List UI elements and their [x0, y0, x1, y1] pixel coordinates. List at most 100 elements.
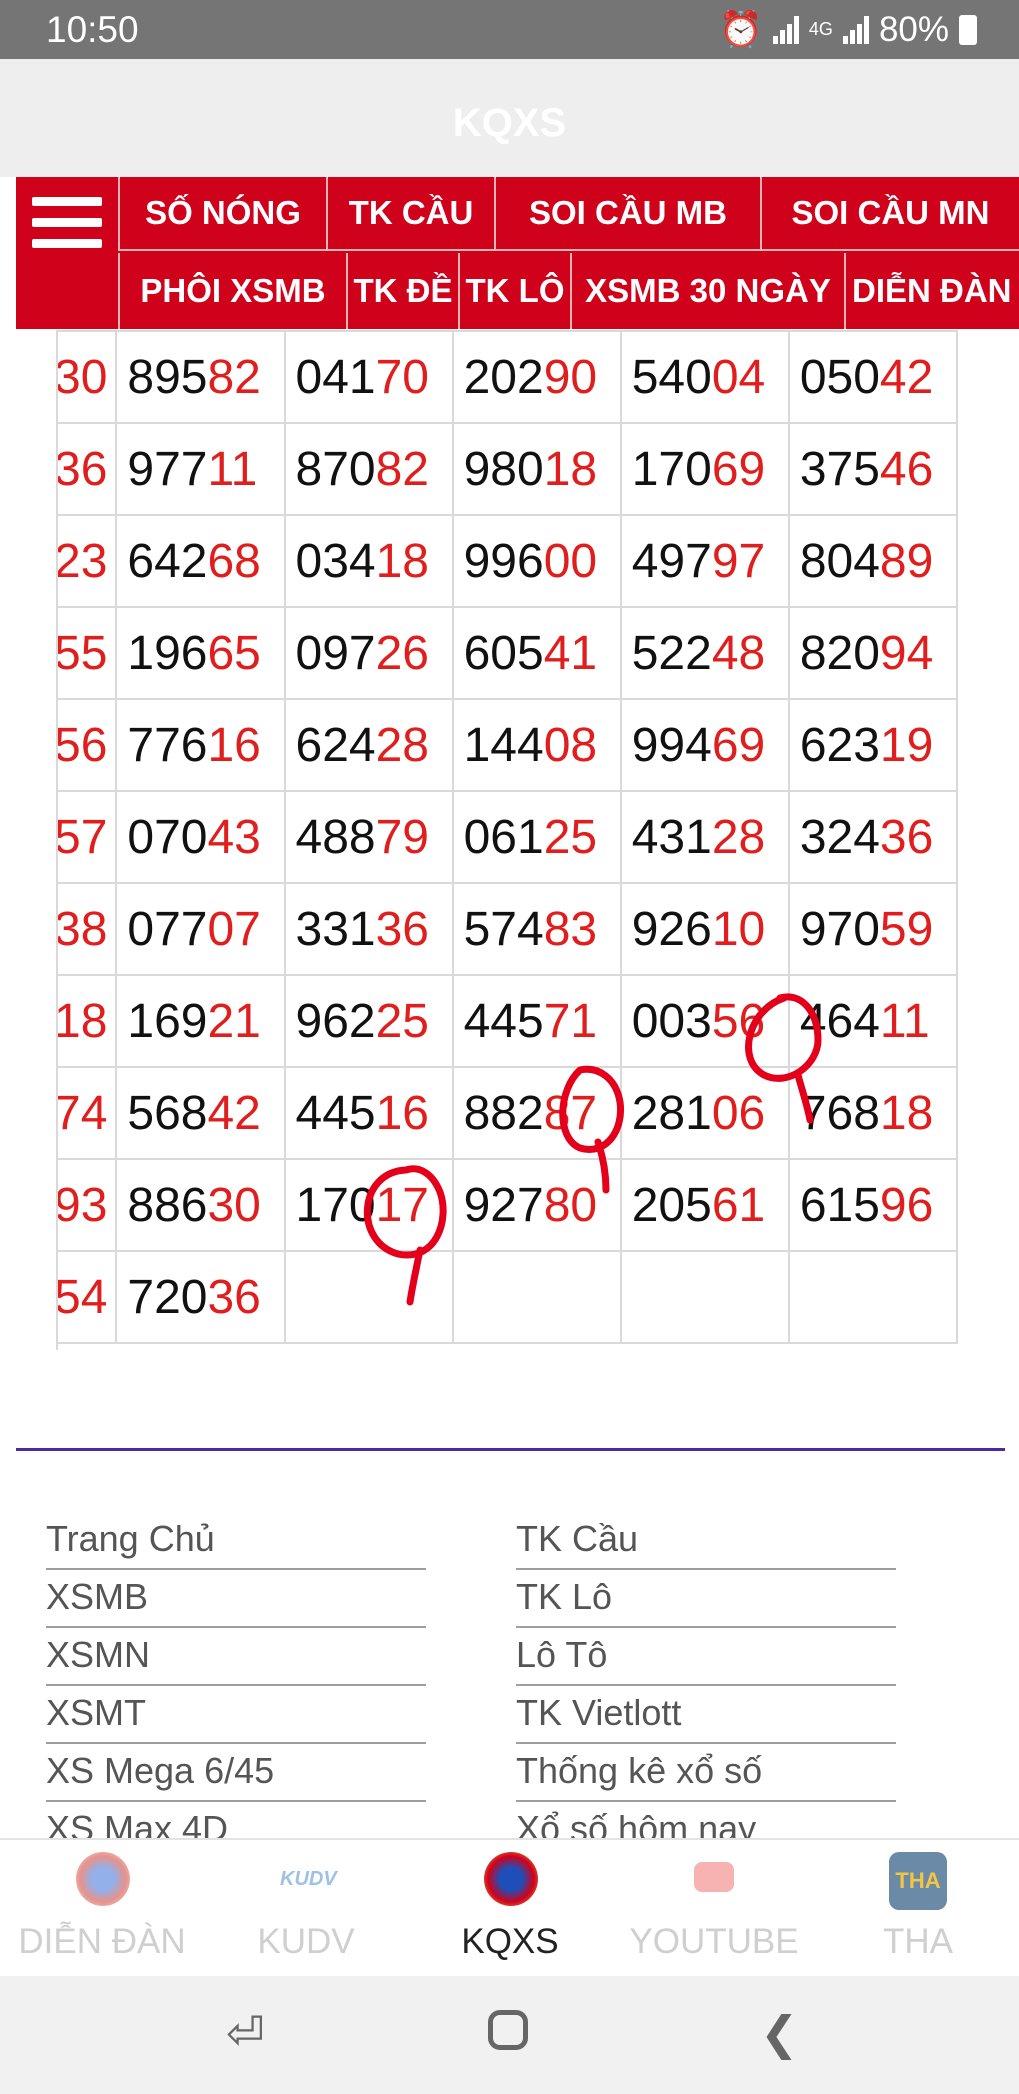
- status-time: 10:50: [46, 9, 139, 50]
- prefix-number: 55: [56, 626, 108, 680]
- link-thong-ke-xo-so[interactable]: Thống kê xổ số: [516, 1744, 896, 1802]
- nav-xsmb-30-ngay[interactable]: XSMB 30 NGÀY: [570, 253, 844, 329]
- nav-phoi-xsmb[interactable]: PHÔI XSMB: [118, 253, 346, 329]
- result-cell: 99469: [619, 698, 790, 792]
- result-cell: 20290: [451, 330, 622, 424]
- back-icon[interactable]: ❮: [760, 2006, 799, 2060]
- tab-dien-dan[interactable]: DIỄN ĐÀN: [0, 1840, 204, 1978]
- signal-icon-2: [842, 15, 869, 44]
- result-number: 331: [295, 902, 376, 956]
- result-number: 170: [631, 442, 712, 496]
- nav-soi-cau-mb[interactable]: SOI CẦU MB: [494, 177, 760, 251]
- tab-kqxs[interactable]: KQXS: [408, 1840, 612, 1978]
- nav-soi-cau-mn[interactable]: SOI CẦU MN: [760, 177, 1019, 251]
- result-cell: 44571: [451, 974, 622, 1068]
- table-row: 30 89582 04170 20290 54004 05042: [56, 330, 959, 424]
- result-number: 977: [127, 442, 208, 496]
- result-number: 097: [295, 626, 376, 680]
- kqxs-logo-icon: [484, 1852, 538, 1906]
- link-xsmt[interactable]: XSMT: [46, 1686, 426, 1744]
- link-xsmn[interactable]: XSMN: [46, 1628, 426, 1686]
- prefix-number: 36: [56, 442, 108, 496]
- tab-label: KUDV: [257, 1922, 355, 1961]
- result-tail-digits: 70: [375, 350, 429, 404]
- tab-kudv[interactable]: KUDV KUDV: [204, 1840, 408, 1978]
- result-tail-digits: 11: [879, 994, 930, 1048]
- status-bar: 10:50 ⏰ 4G 80%: [0, 0, 1019, 59]
- table-row: 54 72036: [58, 1250, 959, 1344]
- forum-logo-icon: [76, 1852, 130, 1906]
- prefix-number: 23: [56, 534, 108, 588]
- table-row: 74 56842 44516 88287 28106 76818: [58, 1066, 959, 1160]
- result-tail-digits: 36: [375, 902, 429, 956]
- prefix-cell: 57: [58, 790, 118, 884]
- result-tail-digits: 28: [375, 718, 429, 772]
- prefix-cell: 55: [56, 606, 118, 700]
- link-tk-cau[interactable]: TK Cầu: [516, 1512, 896, 1570]
- result-number: 962: [295, 994, 376, 1048]
- link-xs-mega[interactable]: XS Mega 6/45: [46, 1744, 426, 1802]
- prefix-cell: 56: [58, 698, 118, 792]
- prefix-number: 30: [56, 350, 108, 404]
- link-tk-vietlott[interactable]: TK Vietlott: [516, 1686, 896, 1744]
- result-number: 642: [127, 534, 208, 588]
- nav-tk-lo[interactable]: TK LÔ: [458, 253, 570, 329]
- result-cell: 17017: [283, 1158, 454, 1252]
- result-number: 886: [127, 1178, 208, 1232]
- result-cell: 07043: [115, 790, 286, 884]
- link-lo-to[interactable]: Lô Tô: [516, 1628, 896, 1686]
- result-cell: 76818: [787, 1066, 959, 1160]
- result-tail-digits: 21: [207, 994, 261, 1048]
- result-number: 623: [799, 718, 880, 772]
- tab-youtube[interactable]: YOUTUBE: [612, 1840, 816, 1978]
- system-nav-bar: ⏎ ❮: [0, 1976, 1019, 2094]
- recent-apps-icon[interactable]: ⏎: [226, 2006, 265, 2060]
- result-cell: 17069: [619, 422, 790, 516]
- nav-tk-de[interactable]: TK ĐỀ: [346, 253, 458, 329]
- link-xsmb[interactable]: XSMB: [46, 1570, 426, 1628]
- result-number: 624: [295, 718, 376, 772]
- top-nav: SỐ NÓNG TK CẦU SOI CẦU MB SOI CẦU MN PHÔ…: [16, 177, 1019, 329]
- youtube-logo-icon: [694, 1862, 734, 1892]
- result-cell: 49797: [619, 514, 790, 608]
- result-tail-digits: 89: [879, 534, 934, 588]
- result-tail-digits: 96: [879, 1178, 934, 1232]
- app-title-bar: KQXS: [0, 59, 1019, 177]
- result-number: 070: [127, 810, 208, 864]
- tab-tha[interactable]: THA THA: [816, 1840, 1019, 1978]
- result-number: 324: [799, 810, 880, 864]
- result-cell: 33136: [283, 882, 454, 976]
- hamburger-menu-icon[interactable]: [16, 177, 116, 267]
- result-cell: 89582: [115, 330, 286, 424]
- result-number: 568: [127, 1086, 208, 1140]
- result-tail-digits: 42: [207, 1086, 261, 1140]
- result-number: 574: [463, 902, 544, 956]
- result-cell: 00356: [619, 974, 790, 1068]
- result-number: 605: [463, 626, 544, 680]
- kudv-logo-icon: KUDV: [280, 1868, 337, 1890]
- result-number: 077: [127, 902, 208, 956]
- table-row: 36 97711 87082 98018 17069 37546: [56, 422, 959, 516]
- result-number: 926: [631, 902, 712, 956]
- prefix-cell: 36: [56, 422, 118, 516]
- link-trang-chu[interactable]: Trang Chủ: [46, 1512, 426, 1570]
- nav-so-nong[interactable]: SỐ NÓNG: [118, 177, 326, 251]
- result-tail-digits: 25: [375, 994, 429, 1048]
- nav-dien-dan[interactable]: DIỄN ĐÀN: [844, 253, 1019, 329]
- link-tk-lo[interactable]: TK Lô: [516, 1570, 896, 1628]
- result-tail-digits: 65: [207, 626, 261, 680]
- result-number: 445: [295, 1086, 376, 1140]
- nav-tk-cau[interactable]: TK CẦU: [326, 177, 494, 251]
- prefix-cell: 38: [58, 882, 118, 976]
- tab-label: THA: [883, 1922, 953, 1961]
- result-cell: [451, 1250, 622, 1344]
- result-number: 804: [799, 534, 880, 588]
- result-number: 050: [799, 350, 880, 404]
- home-icon[interactable]: [488, 2010, 528, 2050]
- result-number: 464: [799, 994, 880, 1048]
- result-tail-digits: 18: [879, 1086, 934, 1140]
- section-divider: [16, 1448, 1005, 1451]
- result-number: 281: [631, 1086, 712, 1140]
- result-cell: 97059: [787, 882, 959, 976]
- table-row: 93 88630 17017 92780 20561 61596: [58, 1158, 959, 1252]
